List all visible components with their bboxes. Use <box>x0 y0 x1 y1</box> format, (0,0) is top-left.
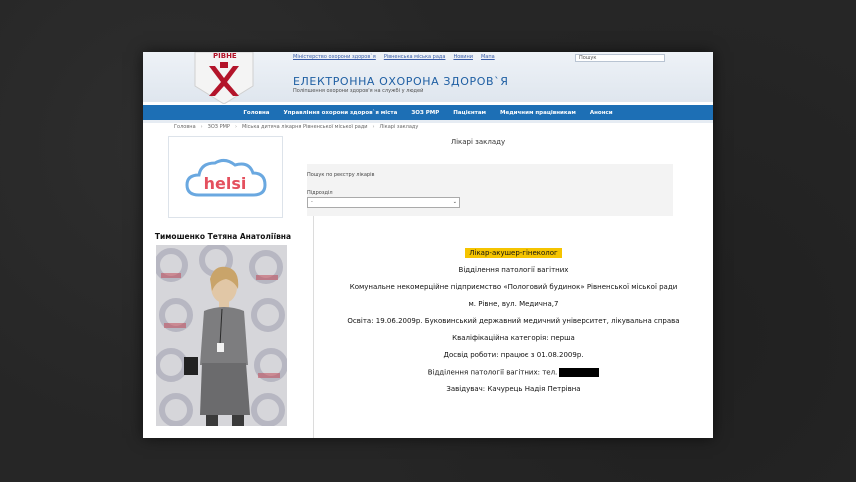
top-link-city-council[interactable]: Рівненська міська рада <box>384 54 446 60</box>
phone-label: Відділення патології вагітних: тел. <box>427 368 558 377</box>
education-text: Освіта: 19.06.2009р. Буковинський держав… <box>347 317 680 325</box>
top-links: Міністерство охорони здоров`я Рівненська… <box>293 54 495 60</box>
helsi-banner[interactable]: helsi <box>168 136 283 218</box>
top-link-map[interactable]: Мапа <box>481 54 495 60</box>
department-select[interactable]: - ⌄ <box>307 197 460 208</box>
helsi-cloud-icon: helsi <box>185 158 267 197</box>
search-input[interactable]: Пошук <box>575 54 665 62</box>
breadcrumb-separator: › <box>234 124 237 130</box>
top-link-ministry[interactable]: Міністерство охорони здоров`я <box>293 54 376 60</box>
experience-text: Досвід роботи: працює з 01.08.2009р. <box>443 351 584 359</box>
nav-divider <box>143 120 713 123</box>
helsi-logo-text: helsi <box>204 174 247 193</box>
site-title: ЕЛЕКТРОННА ОХОРОНА ЗДОРОВ`Я <box>293 75 509 88</box>
emblem-label: РІВНЕ <box>213 52 237 60</box>
breadcrumb-hospital[interactable]: Міська дитяча лікарня Рівненської місько… <box>242 124 368 130</box>
doctor-photo <box>156 245 287 426</box>
breadcrumb-separator: › <box>372 124 375 130</box>
breadcrumb: Головна › ЗОЗ РМР › Міська дитяча лікарн… <box>174 124 418 130</box>
doctor-filter-panel: Пошук по реєстру лікарів Підрозділ - ⌄ <box>307 164 673 216</box>
site-header: РІВНЕ Міністерство охорони здоров`я Рівн… <box>143 52 713 104</box>
department-select-value: - <box>311 199 313 205</box>
browser-page: РІВНЕ Міністерство охорони здоров`я Рівн… <box>143 52 713 438</box>
nav-zoz-rmr[interactable]: ЗОЗ РМР <box>411 110 439 116</box>
address-text: м. Рівне, вул. Медична,7 <box>468 300 559 308</box>
specialty-badge: Лікар-акушер-гінеколог <box>465 248 562 258</box>
main-nav: Головна Управління охорони здоров`я міст… <box>143 105 713 120</box>
site-subtitle: Поліпшення охорони здоров'я на службі у … <box>293 88 424 94</box>
doctor-name: Тимошенко Тетяна Анатоліївна <box>154 232 292 241</box>
department-label: Підрозділ <box>307 190 333 196</box>
phone-row: Відділення патології вагітних: тел. <box>314 368 713 377</box>
department-text: Відділення патології вагітних <box>458 266 569 274</box>
breadcrumb-zoz[interactable]: ЗОЗ РМР <box>208 124 230 130</box>
registry-search-label: Пошук по реєстру лікарів <box>307 172 375 178</box>
breadcrumb-current: Лікарі закладу <box>379 124 419 130</box>
top-link-news[interactable]: Новини <box>453 54 473 60</box>
breadcrumb-home[interactable]: Головна <box>174 124 196 130</box>
chevron-down-icon: ⌄ <box>452 199 457 205</box>
breadcrumb-separator: › <box>200 124 203 130</box>
institution-text: Комунальне некомерційне підприємство «По… <box>349 283 678 291</box>
section-title: Лікарі закладу <box>450 138 506 146</box>
nav-home[interactable]: Головна <box>243 110 269 116</box>
redacted-phone <box>559 368 600 377</box>
qualification-text: Кваліфікаційна категорія: перша <box>452 334 575 342</box>
nav-health-department[interactable]: Управління охорони здоров`я міста <box>283 110 397 116</box>
nav-patients[interactable]: Пацієнтам <box>453 110 486 116</box>
nav-announcements[interactable]: Анонси <box>590 110 613 116</box>
photo-illustration <box>156 245 287 426</box>
nav-medical-workers[interactable]: Медичним працівникам <box>500 110 576 116</box>
head-of-department-text: Завідувач: Качурець Надія Петрівна <box>446 385 581 393</box>
